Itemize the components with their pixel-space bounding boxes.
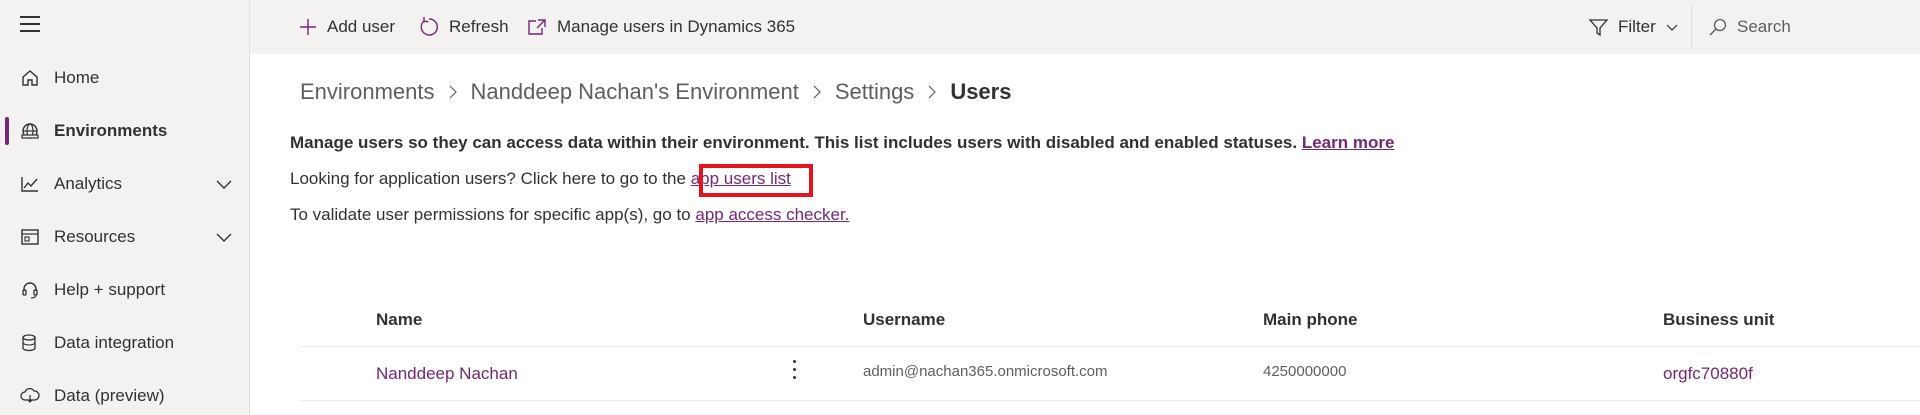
add-user-label: Add user (327, 17, 396, 36)
column-header-main-phone[interactable]: Main phone (1263, 310, 1357, 330)
table-row-divider (300, 346, 1920, 347)
business-unit-link[interactable]: orgfc70880f (1663, 364, 1753, 384)
chevron-right-icon (447, 85, 459, 99)
chevron-right-icon (926, 85, 938, 99)
nav-item-analytics[interactable]: Analytics (0, 162, 250, 206)
table-row-divider (300, 400, 1920, 401)
add-icon (300, 19, 316, 35)
column-header-business-unit[interactable]: Business unit (1663, 310, 1774, 330)
nav-item-label: Help + support (54, 280, 166, 299)
manage-dynamics-label: Manage users in Dynamics 365 (557, 17, 796, 36)
environments-icon (20, 121, 42, 143)
breadcrumb-environment[interactable]: Nanddeep Nachan's Environment (471, 79, 799, 105)
headset-icon (20, 280, 42, 302)
analytics-icon (20, 174, 42, 196)
main-phone-cell: 4250000000 (1263, 363, 1347, 380)
validate-prefix: To validate user permissions for specifi… (290, 205, 691, 224)
resources-icon (20, 227, 42, 249)
chevron-right-icon (811, 85, 823, 99)
search-icon (1709, 18, 1727, 36)
cloud-data-icon (20, 386, 42, 408)
filter-label: Filter (1618, 17, 1656, 36)
description-text: Manage users so they can access data wit… (290, 133, 1394, 153)
breadcrumb-settings[interactable]: Settings (835, 79, 915, 105)
database-icon (20, 333, 42, 355)
refresh-button[interactable]: Refresh (418, 0, 509, 54)
description-body: Manage users so they can access data wit… (290, 133, 1298, 152)
filter-icon (1588, 19, 1609, 37)
chevron-down-icon (1666, 24, 1678, 31)
chevron-down-icon[interactable] (214, 174, 236, 196)
app-access-checker-link[interactable]: app access checker. (695, 205, 849, 224)
home-icon (20, 68, 42, 90)
user-name-link[interactable]: Nanddeep Nachan (376, 364, 518, 384)
breadcrumb-environments[interactable]: Environments (300, 79, 435, 105)
active-indicator (5, 117, 9, 145)
nav-item-label: Home (54, 68, 100, 87)
breadcrumb: Environments Nanddeep Nachan's Environme… (300, 78, 1011, 106)
filter-button[interactable]: Filter (1588, 0, 1688, 54)
annotation-highlight-box (699, 164, 813, 197)
app-users-prefix: Looking for application users? Click her… (290, 169, 686, 188)
nav-item-home[interactable]: Home (0, 56, 250, 100)
nav-item-resources[interactable]: Resources (0, 215, 250, 259)
more-options-icon[interactable] (787, 360, 801, 384)
nav-item-help-support[interactable]: Help + support (0, 268, 250, 312)
nav-item-data-integration[interactable]: Data integration (0, 321, 250, 365)
learn-more-link[interactable]: Learn more (1302, 133, 1395, 152)
search-input[interactable]: Search (1737, 17, 1791, 37)
nav-item-label: Data (preview) (54, 386, 165, 405)
add-user-button[interactable]: Add user (298, 0, 395, 54)
search-box[interactable]: Search (1708, 0, 1791, 54)
chevron-down-icon[interactable] (214, 227, 236, 249)
nav-item-label: Environments (54, 121, 168, 140)
nav-item-label: Resources (54, 227, 136, 246)
manage-dynamics-button[interactable]: Manage users in Dynamics 365 (527, 0, 795, 54)
hamburger-menu-icon[interactable] (20, 16, 42, 38)
toolbar-divider (1691, 4, 1692, 50)
username-cell: admin@nachan365.onmicrosoft.com (863, 363, 1108, 380)
column-header-name[interactable]: Name (376, 310, 422, 330)
nav-item-environments[interactable]: Environments (0, 109, 250, 153)
column-header-username[interactable]: Username (863, 310, 945, 330)
open-external-icon (528, 19, 546, 35)
nav-item-data-preview[interactable]: Data (preview) (0, 374, 250, 415)
validate-permissions-text: To validate user permissions for specifi… (290, 205, 849, 225)
refresh-icon (420, 17, 438, 36)
command-bar: Add user Refresh Manage users in Dynamic… (250, 0, 1920, 54)
nav-item-label: Analytics (54, 174, 123, 193)
breadcrumb-current-users: Users (950, 79, 1012, 104)
refresh-label: Refresh (449, 17, 509, 36)
left-navigation: Home Environments Analytics Resources He… (0, 0, 250, 415)
nav-item-label: Data integration (54, 333, 175, 352)
